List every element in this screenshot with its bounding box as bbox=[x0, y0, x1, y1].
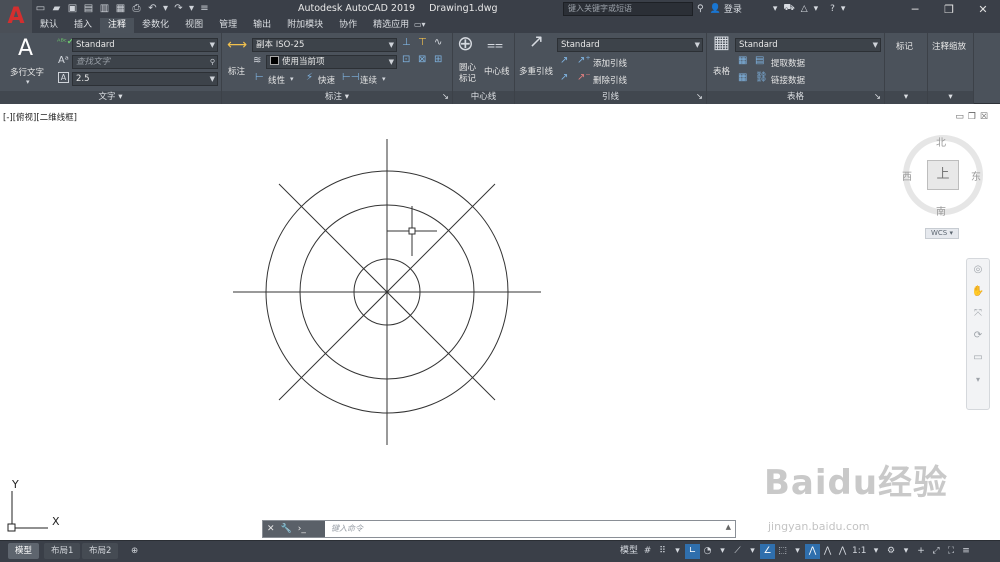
customization-menu-icon[interactable]: ≡ bbox=[959, 544, 974, 559]
viewport-controls-label[interactable]: [-][俯视][二维线框] bbox=[3, 111, 77, 123]
showmotion-icon[interactable]: ▭ bbox=[967, 347, 989, 369]
chevron-down-icon[interactable]: ▾ bbox=[670, 544, 685, 559]
wcs-menu[interactable]: WCS ▾ bbox=[925, 228, 959, 239]
wcs-label: WCS bbox=[930, 229, 948, 237]
add-layout-button[interactable]: ⊕ bbox=[124, 543, 145, 559]
close-icon[interactable]: ✕ bbox=[267, 524, 275, 534]
fullscreen-icon[interactable]: ⛶ bbox=[944, 544, 959, 559]
object-snap-tracking-icon[interactable]: ∠ bbox=[760, 544, 776, 559]
navbar-menu-icon[interactable]: ▾ bbox=[967, 369, 989, 391]
viewcube-east[interactable]: 东 bbox=[971, 168, 981, 183]
viewport-window-controls: ▭ ❐ ☒ bbox=[955, 112, 988, 122]
status-bar: 模型 布局1 布局2 ⊕ 模型 # ⠿ ▾ ∟ ◔ ▾ ⟋ ▾ ∠ ⬚ ▾ ⋀ ⋀ … bbox=[0, 540, 1000, 562]
plus-icon[interactable]: + bbox=[914, 544, 929, 559]
command-line-controls: ✕ 🔧 ›_ bbox=[263, 521, 325, 537]
viewcube-north[interactable]: 北 bbox=[936, 134, 946, 149]
snap-icon[interactable]: ⠿ bbox=[655, 544, 670, 559]
ucs-x-label: X bbox=[52, 515, 60, 528]
annotation-visibility-icon[interactable]: ⋀ bbox=[805, 544, 821, 559]
pan-icon[interactable]: ✋ bbox=[967, 281, 989, 303]
viewcube-top-face[interactable]: 上 bbox=[927, 160, 959, 190]
annotation-scale-value[interactable]: 1:1 bbox=[850, 544, 868, 559]
minimize-icon[interactable]: ▭ bbox=[955, 112, 964, 122]
navigation-bar: ◎ ✋ ⤧ ⟳ ▭ ▾ bbox=[966, 258, 990, 410]
crosshair-cursor bbox=[387, 206, 437, 256]
ucs-icon bbox=[7, 491, 48, 532]
model-space-button[interactable]: 模型 bbox=[618, 544, 640, 559]
layout-tab-0[interactable]: 模型 bbox=[8, 543, 40, 559]
orbit-icon[interactable]: ⟳ bbox=[967, 325, 989, 347]
status-toggles: 模型 # ⠿ ▾ ∟ ◔ ▾ ⟋ ▾ ∠ ⬚ ▾ ⋀ ⋀ ⋀ 1:1 ▾ ⚙ ▾… bbox=[618, 544, 974, 559]
wrench-icon[interactable]: 🔧 bbox=[281, 524, 292, 534]
chevron-down-icon[interactable]: ▾ bbox=[745, 544, 760, 559]
chevron-down-icon[interactable]: ▾ bbox=[715, 544, 730, 559]
command-line: ✕ 🔧 ›_ 键入命令 ▲ bbox=[262, 520, 736, 538]
baidu-watermark-url: jingyan.baidu.com bbox=[768, 520, 870, 533]
annotation-scale-icon[interactable]: ⋀ bbox=[835, 544, 850, 559]
baidu-watermark: Baidu经验 bbox=[764, 463, 949, 503]
chevron-down-icon[interactable]: ▾ bbox=[869, 544, 884, 559]
viewcube-west[interactable]: 西 bbox=[902, 168, 912, 183]
chevron-down-icon[interactable]: ▾ bbox=[790, 544, 805, 559]
isolate-objects-icon[interactable]: ⤢ bbox=[929, 544, 944, 559]
workspace-gear-icon[interactable]: ⚙ bbox=[884, 544, 899, 559]
close-icon[interactable]: ☒ bbox=[980, 112, 988, 122]
chevron-up-icon[interactable]: ▲ bbox=[726, 523, 731, 531]
layout-tab-1[interactable]: 布局1 bbox=[44, 543, 81, 559]
chevron-down-icon[interactable]: ▾ bbox=[899, 544, 914, 559]
ortho-icon[interactable]: ∟ bbox=[685, 544, 701, 559]
command-input[interactable]: 键入命令 bbox=[331, 523, 363, 534]
object-snap-icon[interactable]: ⬚ bbox=[775, 544, 790, 559]
isodraft-icon[interactable]: ⟋ bbox=[730, 544, 745, 559]
layout-tab-2[interactable]: 布局2 bbox=[82, 543, 119, 559]
polar-icon[interactable]: ◔ bbox=[700, 544, 715, 559]
grid-icon[interactable]: # bbox=[640, 544, 655, 559]
command-prompt-icon[interactable]: ›_ bbox=[298, 524, 306, 534]
restore-icon[interactable]: ❐ bbox=[968, 112, 976, 122]
auto-scale-icon[interactable]: ⋀ bbox=[820, 544, 835, 559]
viewcube-south[interactable]: 南 bbox=[936, 203, 946, 218]
zoom-extents-icon[interactable]: ⤧ bbox=[967, 303, 989, 325]
ucs-y-label: Y bbox=[12, 478, 19, 491]
steering-wheel-icon[interactable]: ◎ bbox=[967, 259, 989, 281]
viewcube[interactable]: 北 西 东 南 上 WCS ▾ bbox=[900, 130, 988, 240]
